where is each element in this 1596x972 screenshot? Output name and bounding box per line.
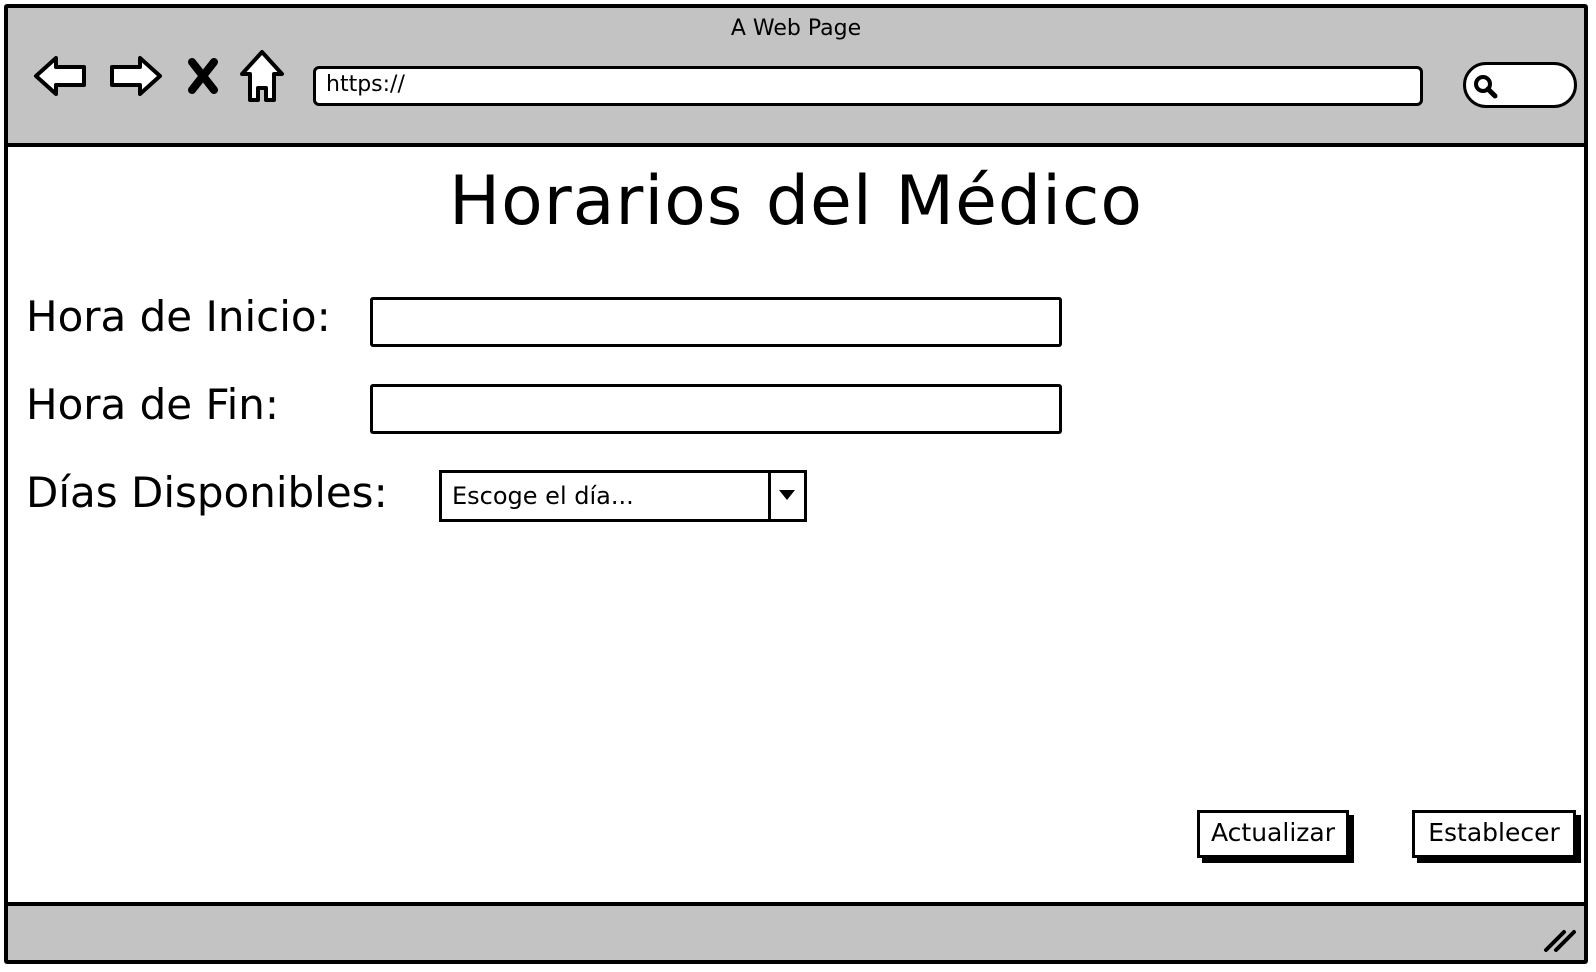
back-arrow-icon[interactable] — [32, 46, 92, 106]
end-time-input[interactable] — [370, 384, 1062, 434]
chevron-down-icon — [779, 490, 795, 500]
browser-window: A Web Page https:// Horarios del Médico … — [4, 4, 1588, 964]
browser-toolbar: A Web Page https:// — [8, 8, 1584, 147]
status-bar — [8, 902, 1584, 960]
stop-icon[interactable] — [174, 46, 234, 106]
update-button[interactable]: Actualizar — [1197, 810, 1349, 858]
resize-grip-icon[interactable] — [1542, 924, 1578, 954]
dropdown-toggle[interactable] — [768, 473, 804, 519]
forward-arrow-icon[interactable] — [104, 46, 164, 106]
end-time-label: Hora de Fin: — [26, 380, 280, 429]
home-icon[interactable] — [232, 46, 292, 106]
browser-search-field[interactable] — [1463, 62, 1577, 108]
available-days-select[interactable]: Escoge el día... — [439, 470, 807, 522]
start-time-input[interactable] — [370, 297, 1062, 347]
window-title: A Web Page — [730, 16, 862, 41]
search-icon — [1474, 75, 1498, 99]
set-button[interactable]: Establecer — [1412, 810, 1576, 858]
start-time-label: Hora de Inicio: — [26, 292, 331, 341]
available-days-label: Días Disponibles: — [26, 468, 388, 517]
available-days-selected-value: Escoge el día... — [452, 482, 634, 510]
page-title: Horarios del Médico — [449, 162, 1143, 241]
url-input[interactable]: https:// — [313, 66, 1423, 106]
